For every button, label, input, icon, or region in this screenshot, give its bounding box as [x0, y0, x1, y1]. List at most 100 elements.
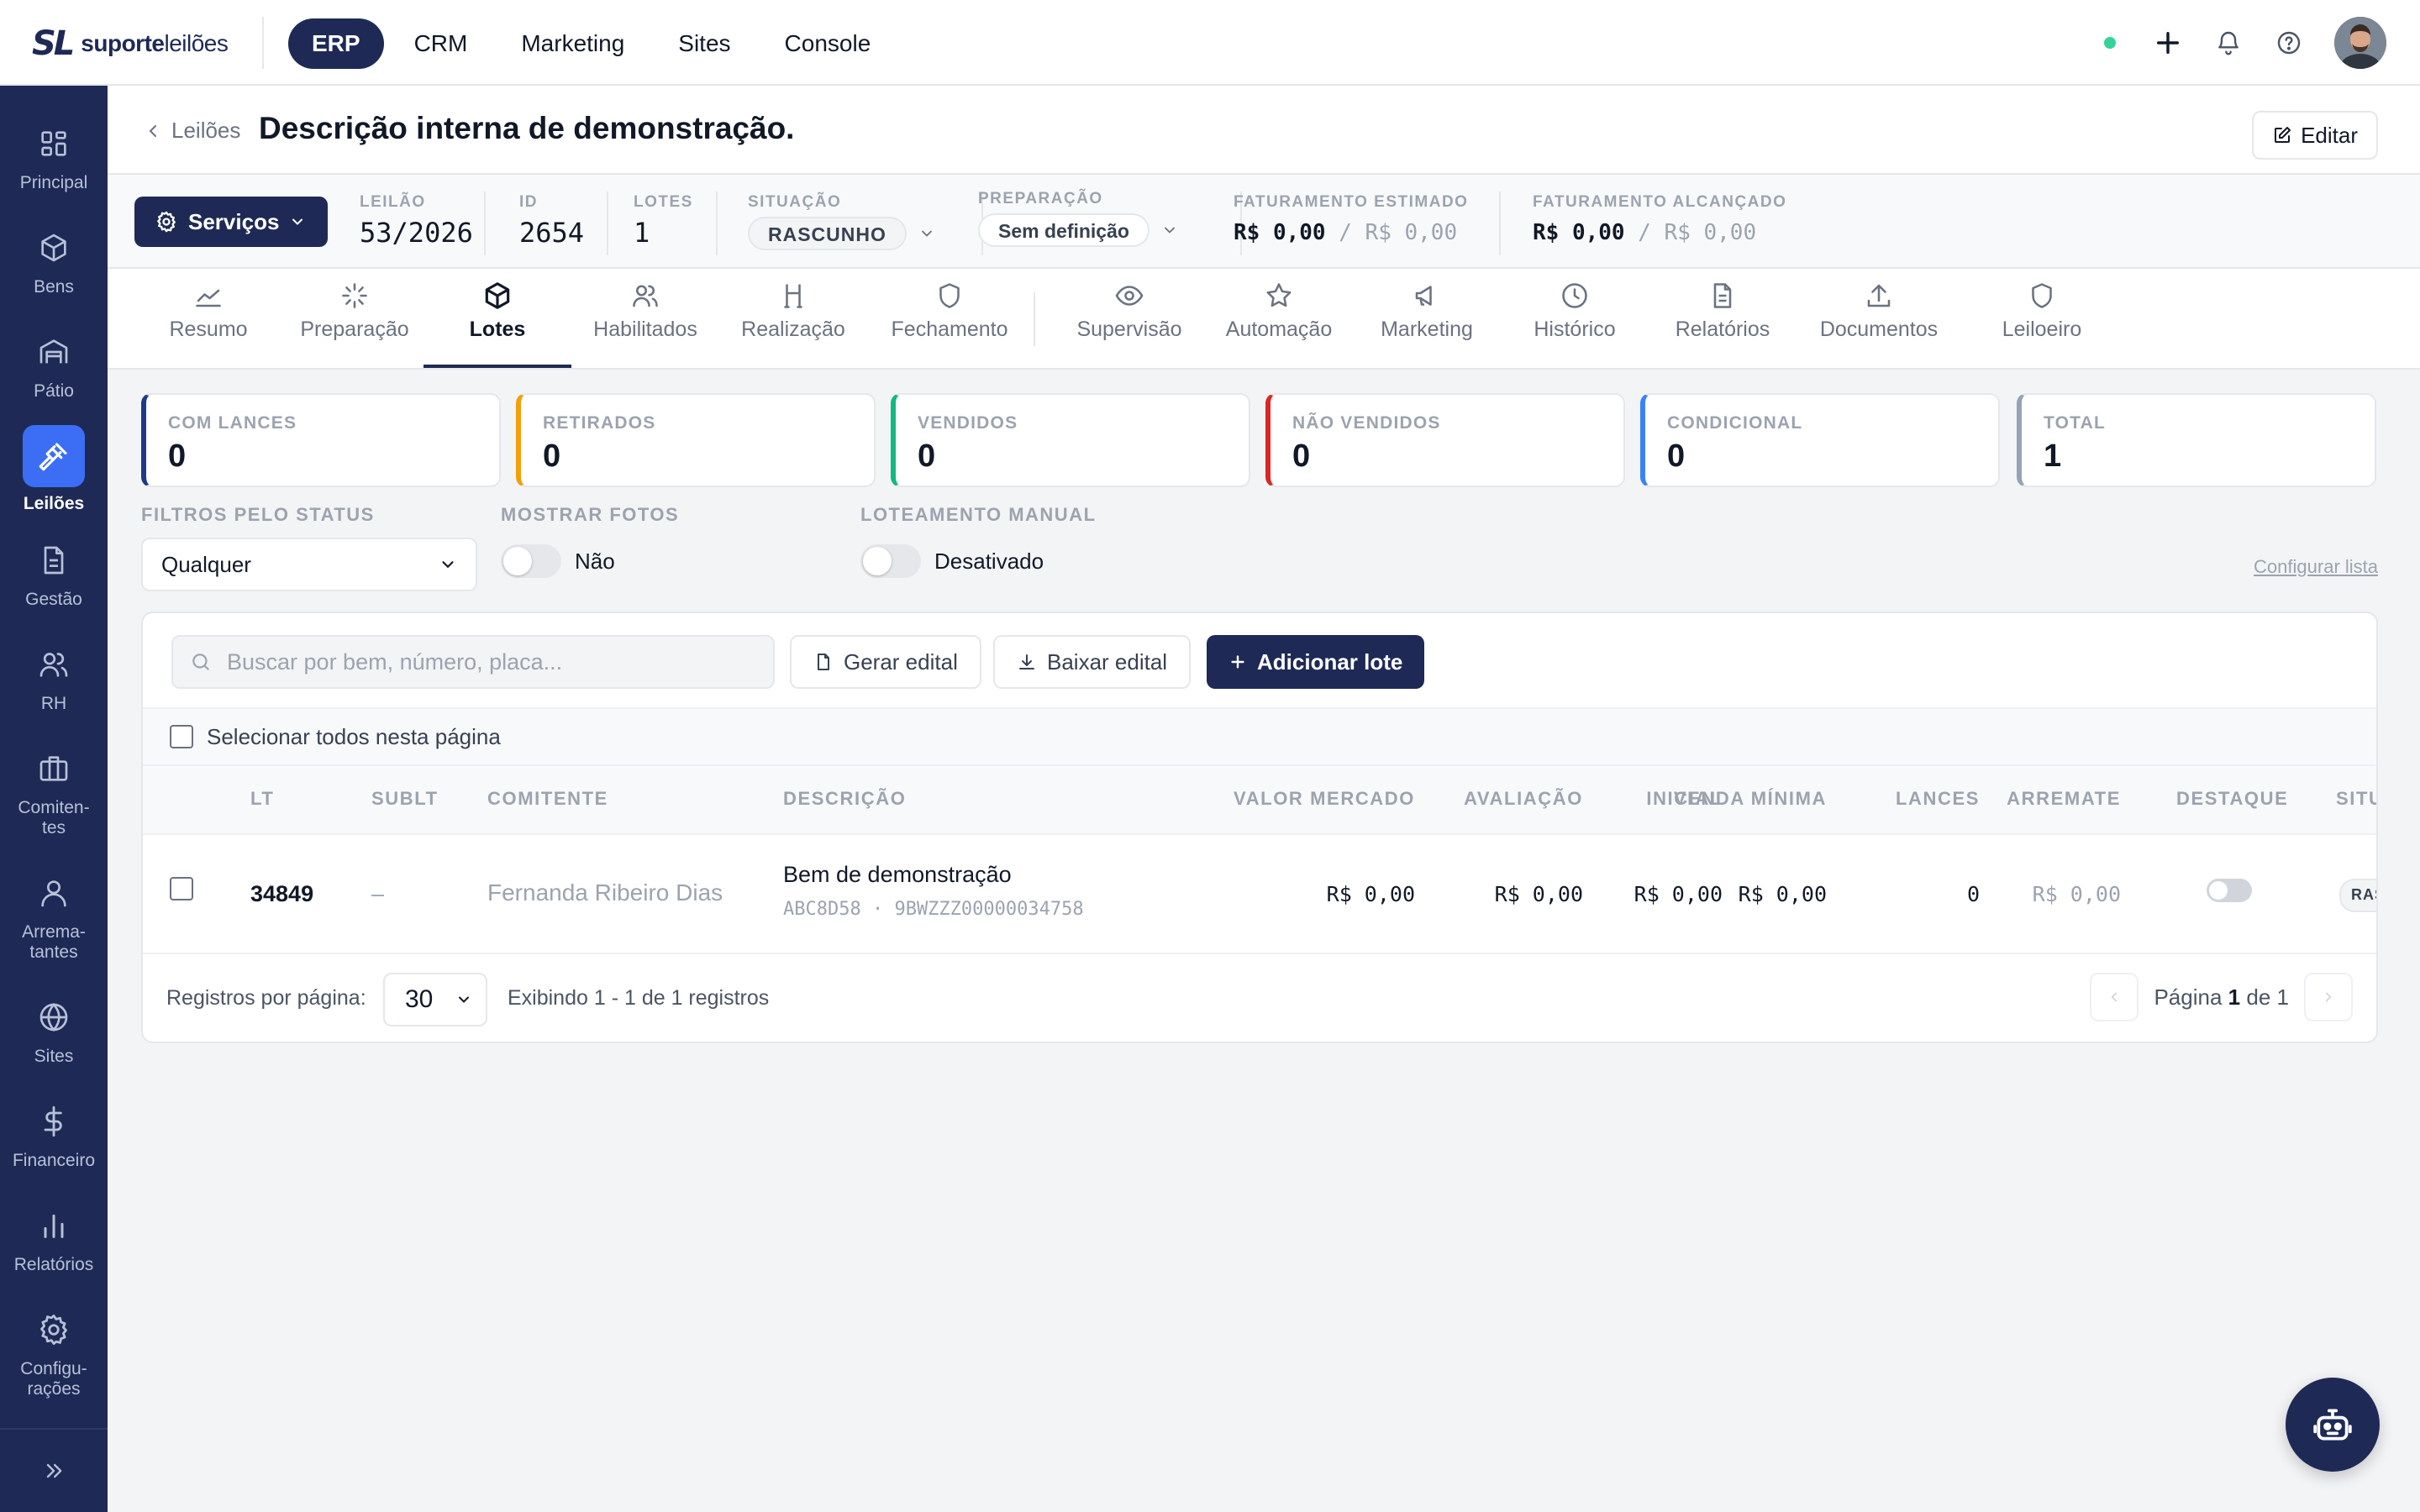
- topnav-crm[interactable]: CRM: [391, 18, 492, 69]
- logo-text: suporteleilões: [81, 30, 229, 56]
- row-checkbox[interactable]: [170, 877, 193, 900]
- faturamento-alcancado-info: FATURAMENTO ALCANÇADO R$ 0,00 / R$ 0,00: [1533, 193, 1787, 245]
- chevrons-right-icon: [46, 1463, 62, 1478]
- column-header[interactable]: DESCRIÇÃO: [783, 788, 906, 810]
- brand-logo[interactable]: SL suporteleilões: [32, 24, 229, 64]
- sidebar-item-label: Arrema- tantes: [22, 922, 86, 962]
- column-header[interactable]: DESTAQUE: [2176, 788, 2288, 810]
- add-lot-button[interactable]: Adicionar lote: [1207, 635, 1425, 689]
- tab-preparacao[interactable]: Preparação: [281, 269, 429, 368]
- column-header[interactable]: LT: [250, 788, 274, 810]
- services-button[interactable]: Serviços: [134, 197, 329, 247]
- sidebar-expand-button[interactable]: [0, 1428, 108, 1512]
- previous-page-button[interactable]: [2090, 973, 2139, 1021]
- column-header[interactable]: ARREMATE: [2007, 788, 2121, 810]
- plus-icon[interactable]: [2153, 28, 2183, 58]
- situacao-select[interactable]: RASCUNHO: [748, 217, 935, 250]
- lances-count: 0: [1966, 882, 1980, 906]
- column-header[interactable]: COMITENTE: [487, 788, 608, 810]
- sidebar-item-patio[interactable]: Pátio: [0, 331, 108, 402]
- stat-value: 0: [543, 438, 561, 474]
- sidebar-item-principal[interactable]: Principal: [0, 123, 108, 193]
- column-header[interactable]: SITU: [2336, 788, 2376, 810]
- document-icon: [33, 539, 75, 581]
- tab-supervisao[interactable]: Supervisão: [1047, 269, 1212, 368]
- help-icon[interactable]: [2274, 28, 2304, 58]
- table-row[interactable]: 34849 – Fernanda Ribeiro Dias Bem de dem…: [143, 835, 2376, 954]
- sidebar-item-comitentes[interactable]: Comiten- tes: [0, 748, 108, 838]
- manual-lotting-toggle[interactable]: [860, 544, 921, 578]
- globe-icon: [33, 996, 75, 1038]
- chevron-down-icon: [921, 230, 932, 237]
- tab-habilitados[interactable]: Habilitados: [571, 269, 719, 368]
- sidebar-item-financeiro[interactable]: Financeiro: [0, 1100, 108, 1171]
- users-icon: [33, 643, 75, 685]
- status-filter-select[interactable]: Qualquer: [141, 538, 477, 591]
- topnav-erp[interactable]: ERP: [288, 18, 384, 69]
- auction-info-bar: Serviços LEILÃO 53/2026 ID 2654 LOTES 1 …: [108, 175, 2420, 269]
- destaque-toggle[interactable]: [2207, 879, 2252, 902]
- sidebar-item-configuracoes[interactable]: Configu- rações: [0, 1309, 108, 1399]
- bell-icon[interactable]: [2213, 28, 2244, 58]
- sidebar-item-arrematantes[interactable]: Arrema- tantes: [0, 872, 108, 963]
- sidebar-item-bens[interactable]: Bens: [0, 227, 108, 297]
- column-header[interactable]: AVALIAÇÃO: [1464, 788, 1583, 810]
- lot-description[interactable]: Bem de demonstração: [783, 862, 1012, 888]
- topnav-console[interactable]: Console: [761, 18, 895, 69]
- assistant-bot-button[interactable]: [2286, 1378, 2380, 1472]
- edit-button[interactable]: Editar: [2252, 111, 2378, 160]
- tab-leiloeiro[interactable]: Leiloeiro: [1968, 269, 2116, 368]
- box-icon: [33, 227, 75, 269]
- info-divider: [607, 192, 608, 255]
- stat-card-total: TOTAL 1: [2017, 393, 2376, 487]
- sidebar-item-sites[interactable]: Sites: [0, 996, 108, 1067]
- sidebar-item-gestao[interactable]: Gestão: [0, 539, 108, 610]
- show-photos-toggle[interactable]: [501, 544, 561, 578]
- configure-list-link[interactable]: Configurar lista: [2254, 556, 2378, 578]
- avaliacao: R$ 0,00: [1494, 882, 1583, 906]
- lotes-info: LOTES 1: [634, 193, 693, 249]
- comitente-name[interactable]: Fernanda Ribeiro Dias: [487, 879, 723, 906]
- stat-value: 1: [2044, 438, 2062, 474]
- topnav-sites[interactable]: Sites: [655, 18, 754, 69]
- select-all-row: Selecionar todos nesta página: [143, 707, 2376, 766]
- breadcrumb[interactable]: Leilões: [143, 118, 240, 144]
- tab-fechamento[interactable]: Fechamento: [867, 269, 1032, 368]
- sublot-number: –: [371, 881, 385, 906]
- next-page-button[interactable]: [2304, 973, 2353, 1021]
- search-input[interactable]: [225, 648, 750, 676]
- tab-realizacao[interactable]: Realização: [719, 269, 867, 368]
- sidebar-item-rh[interactable]: RH: [0, 643, 108, 714]
- select-all-checkbox[interactable]: [170, 725, 193, 748]
- eye-icon: [1113, 279, 1146, 312]
- tab-documentos[interactable]: Documentos: [1797, 269, 1961, 368]
- column-header[interactable]: LANCES: [1896, 788, 1980, 810]
- stat-value: 0: [918, 438, 936, 474]
- user-icon: [33, 872, 75, 914]
- column-header[interactable]: SUBLT: [371, 788, 439, 810]
- generate-edital-button[interactable]: Gerar edital: [790, 635, 981, 689]
- tab-historico[interactable]: Histórico: [1501, 269, 1649, 368]
- lot-number: 34849: [250, 881, 314, 906]
- tab-resumo[interactable]: Resumo: [141, 269, 276, 368]
- preparacao-select[interactable]: Sem definição: [978, 213, 1178, 247]
- tab-relatorios[interactable]: Relatórios: [1649, 269, 1797, 368]
- column-header[interactable]: VENDA MÍNIMA: [1674, 788, 1827, 810]
- stat-card-vendidos: VENDIDOS 0: [891, 393, 1250, 487]
- stat-value: 0: [1292, 438, 1311, 474]
- sidebar-item-leiloes[interactable]: Leilões: [0, 425, 108, 514]
- chevron-down-icon: [292, 218, 303, 225]
- download-edital-button[interactable]: Baixar edital: [993, 635, 1192, 689]
- sidebar-item-relatorios[interactable]: Relatórios: [0, 1205, 108, 1275]
- user-avatar[interactable]: [2334, 17, 2386, 69]
- podium-icon: [776, 279, 810, 312]
- column-header[interactable]: VALOR MERCADO: [1234, 788, 1415, 810]
- topnav-marketing[interactable]: Marketing: [497, 18, 648, 69]
- tab-marketing[interactable]: Marketing: [1353, 269, 1501, 368]
- robot-icon: [2313, 1409, 2352, 1441]
- situacao-value: RASCUNHO: [748, 217, 907, 250]
- tab-automacao[interactable]: Automação: [1205, 269, 1353, 368]
- per-page-select[interactable]: 30: [383, 973, 487, 1026]
- inicial: R$ 0,00: [1634, 882, 1723, 906]
- tab-lotes[interactable]: Lotes: [424, 269, 571, 368]
